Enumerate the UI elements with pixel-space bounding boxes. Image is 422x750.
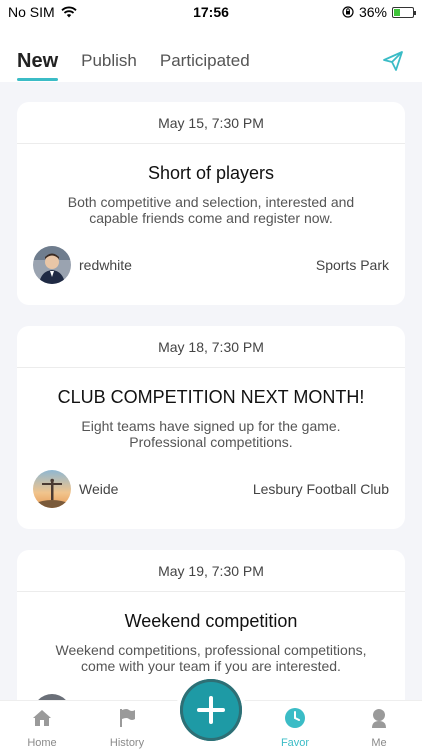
- avatar[interactable]: [33, 246, 71, 284]
- status-right: 36%: [342, 4, 416, 20]
- nav-home[interactable]: Home: [12, 707, 72, 749]
- plus-icon: [180, 679, 242, 741]
- header: New Publish Participated: [0, 24, 422, 82]
- nav-history[interactable]: History: [97, 707, 157, 749]
- event-date: May 15, 7:30 PM: [17, 102, 405, 144]
- event-footer: redwhite Sports Park: [33, 246, 389, 284]
- event-date: May 18, 7:30 PM: [17, 326, 405, 368]
- nav-label-home: Home: [27, 737, 57, 749]
- nav-label-favor: Favor: [280, 737, 310, 749]
- status-bar: No SIM 17:56 36%: [0, 0, 422, 24]
- person-icon: [372, 709, 386, 728]
- event-feed: May 15, 7:30 PM Short of players Both co…: [0, 82, 422, 700]
- event-location: Lesbury Football Club: [252, 481, 389, 497]
- username[interactable]: redwhite: [79, 257, 132, 273]
- tab-participated[interactable]: Participated: [160, 50, 250, 72]
- event-title: Short of players: [147, 163, 275, 183]
- flag-icon: [120, 709, 135, 727]
- event-footer: Weide Lesbury Football Club: [33, 470, 389, 508]
- avatar[interactable]: [33, 470, 71, 508]
- battery-percent: 36%: [358, 4, 387, 20]
- nav-label-me: Me: [371, 737, 387, 749]
- add-event-button[interactable]: [176, 675, 246, 745]
- event-card[interactable]: May 15, 7:30 PM Short of players Both co…: [17, 102, 405, 305]
- event-card[interactable]: May 18, 7:30 PM CLUB COMPETITION NEXT MO…: [17, 326, 405, 529]
- event-description: Eight teams have signed up for the game.…: [81, 418, 341, 450]
- event-date: May 19, 7:30 PM: [17, 550, 405, 592]
- event-description: Weekend competitions, professional compe…: [55, 642, 367, 674]
- nav-me[interactable]: Me: [349, 707, 409, 749]
- tab-bar: New Publish Participated: [17, 50, 250, 81]
- event-title: Weekend competition: [124, 611, 298, 631]
- event-title: CLUB COMPETITION NEXT MONTH!: [57, 387, 365, 407]
- nav-favor[interactable]: Favor: [265, 707, 325, 749]
- battery-level: [394, 8, 400, 16]
- event-location: Sports Park: [315, 257, 389, 273]
- tab-new[interactable]: New: [17, 50, 59, 81]
- orientation-lock-icon: [342, 6, 354, 18]
- event-description: Both competitive and selection, interest…: [67, 194, 355, 226]
- username[interactable]: Weide: [79, 481, 118, 497]
- battery-charging-icon: [392, 6, 416, 18]
- home-icon: [33, 710, 51, 726]
- tab-publish[interactable]: Publish: [81, 50, 137, 72]
- send-icon[interactable]: [381, 49, 405, 73]
- nav-label-history: History: [109, 737, 145, 749]
- clock-icon: [285, 708, 305, 728]
